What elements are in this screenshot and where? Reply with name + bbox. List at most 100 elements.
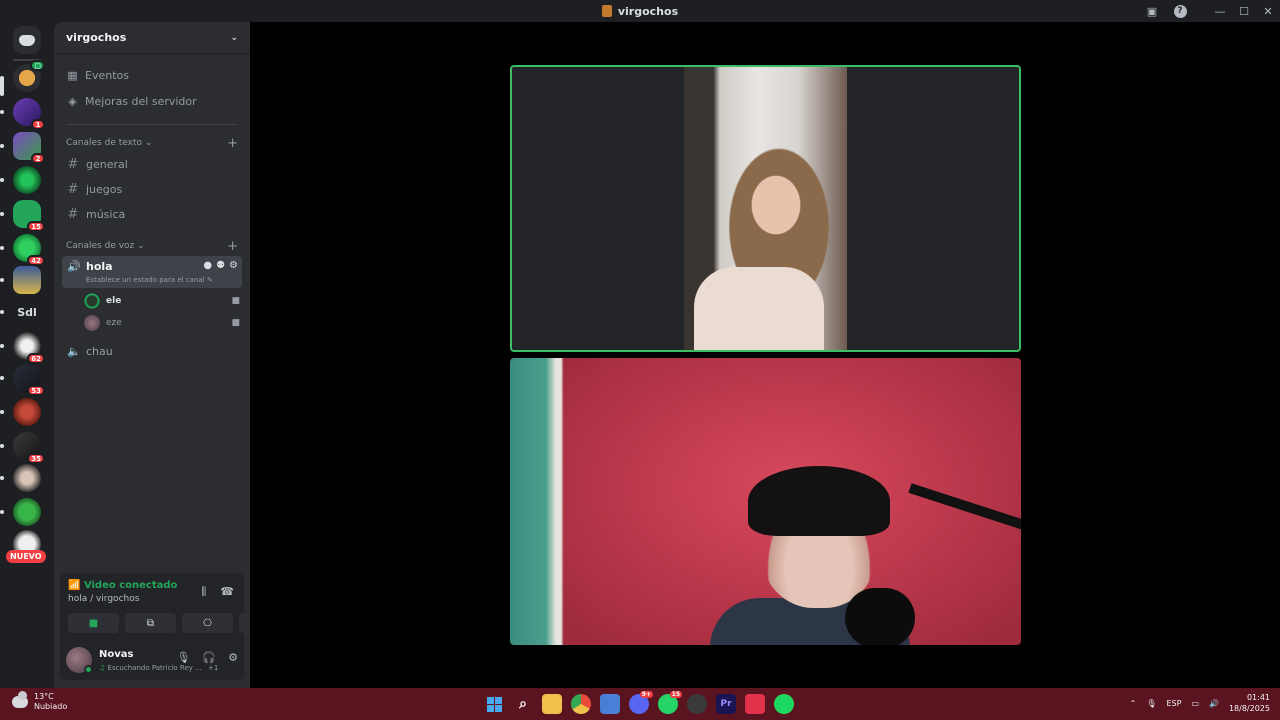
server-5[interactable]: 15 [13,200,45,232]
voice-member[interactable]: eze ■ [84,313,240,333]
username[interactable]: Novas [99,649,133,660]
speaker-icon: 🔊 [67,260,81,273]
store-icon[interactable] [600,694,620,714]
voice-member[interactable]: ele ■ [84,291,240,311]
voice-channels-category[interactable]: Canales de voz ⌄ + [66,238,238,254]
weather-widget[interactable]: 13°C Nubiado [12,691,67,712]
chevron-down-icon: ⌄ [230,32,238,43]
maximize-button[interactable]: ☐ [1232,0,1256,22]
headphones-icon[interactable]: 🎧 [202,651,216,664]
server-12[interactable]: 35 [13,432,45,464]
boosts-label: Mejoras del servidor [85,94,197,108]
help-icon[interactable]: ? [1166,0,1194,22]
language-indicator[interactable]: ESP [1166,699,1181,708]
noise-suppression-icon[interactable]: ⫼ [201,585,206,599]
server-sdl[interactable]: Sdl [13,298,41,326]
chevron-up-icon[interactable]: ⌃ [1130,699,1137,708]
add-channel-icon[interactable]: + [227,136,238,151]
channel-status-input[interactable]: Establece un estado para el canal ✎ [86,276,213,284]
help-label: ? [1173,4,1187,18]
microphone-icon[interactable]: 🎙 [176,651,190,664]
clock[interactable]: 01:41 18/8/2025 [1229,692,1270,714]
video-tile[interactable] [510,358,1021,645]
gear-icon[interactable]: ⚙ [229,260,238,271]
camera-button[interactable]: ■ [68,613,119,633]
invite-icon[interactable]: ⚉ [216,260,225,271]
close-button[interactable]: ✕ [1256,0,1280,22]
direct-messages-button[interactable] [13,26,41,54]
text-channels-category[interactable]: Canales de texto ⌄ + [66,135,238,151]
network-icon[interactable]: ▭ [1191,699,1199,708]
server-3[interactable]: 2 [13,132,45,164]
channel-juegos[interactable]: # juegos [62,178,242,200]
weather-text: 13°C Nubiado [34,692,67,712]
server-10[interactable]: 53 [13,364,45,396]
microphone-icon[interactable]: 🎙 [1146,699,1156,708]
file-explorer-icon[interactable] [542,694,562,714]
chevron-down-icon: ⌄ [137,241,145,251]
add-channel-icon[interactable]: + [227,239,238,254]
premiere-icon[interactable]: Pr [716,694,736,714]
activities-button[interactable]: ⎔ [182,613,233,633]
channel-status-label: Establece un estado para el canal [86,276,205,284]
unread-dot [0,376,4,380]
connection-status[interactable]: 📶 Video conectado [68,580,177,591]
gear-icon[interactable]: ⚙ [228,651,238,664]
voice-channel-chau[interactable]: 🔈 chau [62,340,242,362]
server-13[interactable] [13,464,41,492]
discord-logo-icon [19,34,35,46]
notification-badge: 15 [669,691,682,698]
windows-start-icon[interactable] [484,694,504,714]
server-header[interactable]: virgochos ⌄ [54,22,250,54]
screen-share-button[interactable]: ⧉ [125,613,176,633]
chrome-icon[interactable] [571,694,591,714]
channel-label: música [86,207,126,221]
volume-icon[interactable]: 🔊 [1209,699,1219,708]
server-6[interactable]: 42 [13,234,45,266]
server-7[interactable] [13,266,41,294]
title-bar-controls: ▣ ? — ☐ ✕ [1138,0,1280,22]
search-icon[interactable]: ⌕ [513,694,533,714]
member-name: eze [106,318,122,328]
server-9[interactable]: 62 [13,332,45,364]
server-2[interactable]: 1 [13,98,45,130]
whatsapp-icon[interactable]: 15 [658,691,682,714]
spotify-icon[interactable] [774,694,794,714]
events-link[interactable]: ▦ Eventos [62,64,242,86]
date: 18/8/2025 [1228,704,1270,713]
online-status-icon [84,665,93,674]
unread-dot [0,278,4,282]
voice-channel-hola[interactable]: 🔊 hola Establece un estado para el canal… [62,256,242,288]
connection-controls: ⫼ ☎ [201,585,234,599]
discord-app-icon[interactable]: 9+ [629,691,653,714]
obs-icon[interactable] [687,694,707,714]
minimize-button[interactable]: — [1208,0,1232,22]
avatar [84,315,100,331]
server-rail: ▢ 1 2 15 42 Sdl 62 53 35 NUEVO [0,22,54,688]
cloudy-icon [12,691,28,708]
window-title: virgochos [601,4,679,18]
video-tile-speaking[interactable] [510,65,1021,352]
disconnect-icon[interactable]: ☎ [220,585,234,599]
inbox-icon[interactable]: ▣ [1138,0,1166,22]
server-14[interactable] [13,498,41,526]
tiktok-icon[interactable] [745,694,765,714]
channel-musica[interactable]: # música [62,203,242,225]
unread-dot [0,410,4,414]
camera-icon: ■ [231,296,240,306]
temperature: 13°C [34,692,54,701]
server-4[interactable] [13,166,41,194]
server-11[interactable] [13,398,41,426]
hashtag-icon: # [67,206,79,222]
channel-general[interactable]: # general [62,153,242,175]
connected-channel-path[interactable]: hola / virgochos [68,594,139,604]
chat-icon[interactable]: ● [203,260,212,271]
server-virgochos[interactable]: ▢ [13,60,45,92]
server-boosts-link[interactable]: ◈ Mejoras del servidor [62,90,242,112]
category-label: Canales de texto [66,138,142,148]
screen-share-icon: ⧉ [146,617,155,629]
new-badge: NUEVO [6,550,46,563]
hashtag-icon: # [67,156,79,172]
user-activity: ♫ Escuchando Patricio Rey ... +1 [99,664,218,672]
window-title-text: virgochos [617,4,679,18]
